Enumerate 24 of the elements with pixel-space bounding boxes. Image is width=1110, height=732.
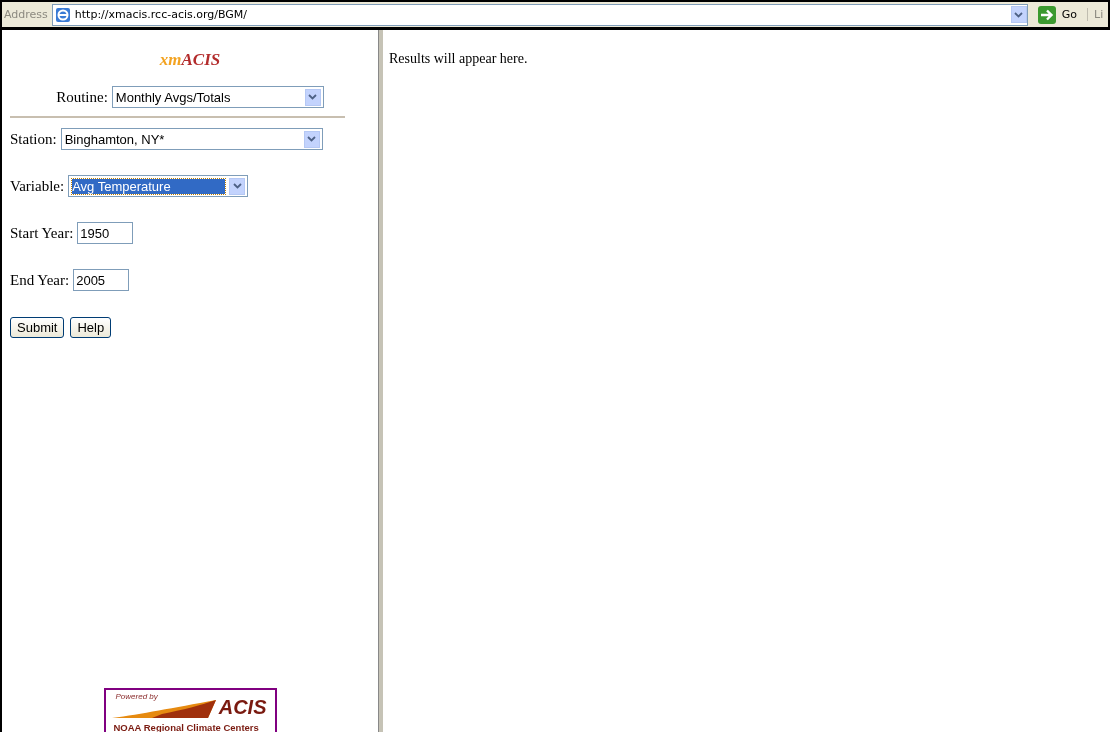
arrow-icon — [1037, 5, 1056, 24]
caret-icon — [307, 136, 317, 142]
station-label: Station: — [10, 130, 57, 148]
address-field[interactable]: http://xmacis.rcc-acis.org/BGM/ — [51, 3, 1028, 26]
acis-logo-text: ACIS — [218, 696, 267, 719]
station-dropdown[interactable]: Binghamton, NY* — [60, 128, 323, 150]
start-year-field[interactable]: 1950 — [77, 222, 134, 244]
go-button[interactable]: Go — [1031, 5, 1083, 24]
caret-icon — [232, 183, 242, 189]
end-year-field[interactable]: 2005 — [73, 269, 130, 291]
routine-dropdown[interactable]: Monthly Avgs/Totals — [111, 86, 324, 108]
submit-button[interactable]: Submit — [10, 316, 65, 338]
powered-by-text: Powered by — [115, 692, 158, 701]
site-title: xmACIS — [159, 50, 221, 70]
results-message: Results will appear here. — [389, 51, 528, 67]
variable-label: Variable: — [10, 177, 65, 195]
start-year-label: Start Year: — [10, 224, 74, 242]
caret-icon — [308, 94, 318, 100]
browser-page-icon — [54, 6, 71, 23]
address-label: Address — [4, 8, 48, 21]
variable-dropdown[interactable]: Avg Temperature — [68, 175, 249, 197]
end-year-label: End Year: — [10, 271, 70, 289]
routine-label: Routine: — [56, 88, 108, 106]
help-button[interactable]: Help — [70, 316, 112, 338]
